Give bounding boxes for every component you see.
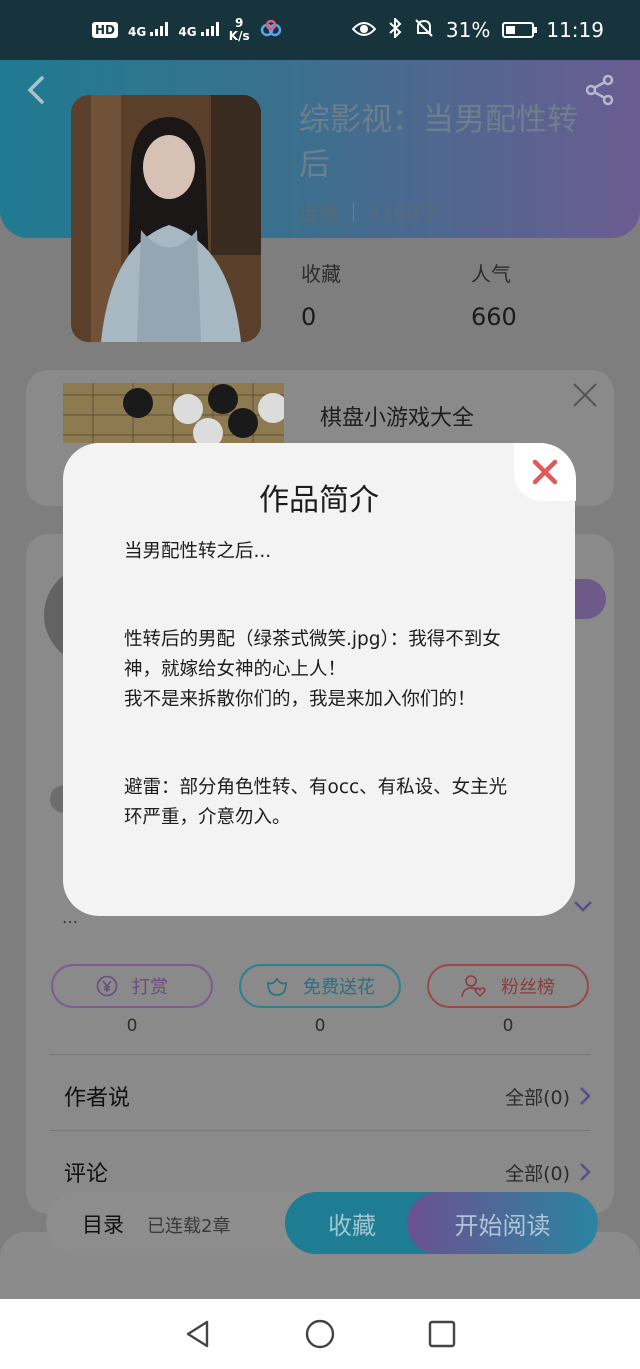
book-status: 连载 bbox=[299, 201, 339, 225]
author-says-row[interactable]: 作者说 全部(0) bbox=[64, 1080, 592, 1112]
flower-count: 0 bbox=[314, 1016, 326, 1036]
start-reading-button[interactable]: 开始阅读 bbox=[407, 1192, 598, 1254]
battery-percent: 31% bbox=[445, 18, 491, 42]
ad-close-button[interactable] bbox=[572, 382, 604, 414]
stat-value: 0 bbox=[301, 303, 317, 331]
reward-count: 0 bbox=[126, 1016, 138, 1036]
modal-title: 作品简介 bbox=[259, 483, 379, 518]
stat-label: 收藏 bbox=[301, 262, 341, 286]
signal-icon-2: 4G bbox=[178, 21, 219, 39]
support-counts: 0 0 0 bbox=[51, 1016, 589, 1036]
book-title: 综影视：当男配性转后 bbox=[299, 102, 578, 183]
bluetooth-icon bbox=[388, 16, 402, 43]
triangle-back-icon bbox=[186, 1320, 209, 1348]
chevron-left-icon bbox=[27, 76, 44, 104]
author-says-more[interactable]: 全部(0) bbox=[505, 1083, 592, 1110]
fan-count: 0 bbox=[502, 1016, 514, 1036]
intro-paragraph: 当男配性转之后... bbox=[124, 541, 272, 562]
comments-more[interactable]: 全部(0) bbox=[505, 1159, 592, 1186]
reward-button[interactable]: 打赏 bbox=[51, 964, 213, 1008]
word-count: 4169字 bbox=[368, 201, 439, 225]
support-actions: 打赏 免费送花 粉丝榜 bbox=[51, 964, 589, 1008]
back-button[interactable] bbox=[22, 72, 54, 108]
comments-title: 评论 bbox=[64, 1162, 109, 1187]
net-speed: 9 K/s bbox=[228, 16, 250, 43]
divider bbox=[50, 1054, 590, 1055]
flower-icon bbox=[267, 977, 287, 996]
yen-icon bbox=[96, 975, 118, 997]
square-recents-icon bbox=[428, 1320, 456, 1348]
clock: 11:19 bbox=[546, 18, 604, 42]
book-cover[interactable] bbox=[71, 95, 261, 342]
intro-paragraph: 性转后的男配（绿茶式微笑.jpg）：我得不到女神，就嫁给女神的心上人！ bbox=[124, 629, 501, 680]
status-left: HD 4G 4G 9 K/s bbox=[92, 17, 282, 43]
fan-ranking-label: 粉丝榜 bbox=[501, 977, 555, 998]
chapter-count: 已连载2章 bbox=[147, 1216, 231, 1237]
mute-bell-icon bbox=[414, 18, 434, 43]
cloud-app-icon bbox=[260, 19, 282, 41]
intro-text: 当男配性转之后... 性转后的男配（绿茶式微笑.jpg）：我得不到女神，就嫁给女… bbox=[124, 537, 524, 833]
author-says-title: 作者说 bbox=[64, 1086, 131, 1111]
intro-ellipsis: … bbox=[62, 908, 78, 927]
nav-home-button[interactable] bbox=[305, 1319, 335, 1349]
meta-divider bbox=[353, 201, 354, 222]
chevron-down-icon bbox=[574, 901, 592, 912]
ad-image[interactable] bbox=[63, 383, 284, 443]
stat-favorites: 收藏 0 bbox=[301, 258, 341, 331]
system-nav-bar bbox=[0, 1299, 640, 1369]
reward-label: 打赏 bbox=[132, 977, 168, 998]
hd-badge: HD bbox=[92, 22, 119, 38]
stat-label: 人气 bbox=[471, 262, 511, 286]
eye-icon bbox=[351, 18, 377, 42]
stat-popularity: 人气 660 bbox=[471, 258, 517, 331]
fan-ranking-button[interactable]: 粉丝榜 bbox=[427, 964, 589, 1008]
circle-home-icon bbox=[305, 1319, 335, 1349]
chevron-right-icon bbox=[580, 1163, 591, 1181]
status-bar: HD 4G 4G 9 K/s 31% 11:19 bbox=[0, 0, 640, 60]
divider bbox=[50, 1130, 590, 1131]
ad-title[interactable]: 棋盘小游戏大全 bbox=[320, 400, 474, 432]
book-meta: 连载 4169字 bbox=[299, 197, 439, 226]
cover-portrait-image bbox=[71, 95, 261, 342]
battery-icon bbox=[502, 22, 538, 38]
chevron-right-icon bbox=[580, 1087, 591, 1105]
toc-button[interactable]: 目录 bbox=[82, 1209, 124, 1239]
signal-icon-1: 4G bbox=[128, 21, 169, 39]
user-heart-icon bbox=[461, 975, 486, 998]
comments-row[interactable]: 评论 全部(0) bbox=[64, 1156, 592, 1188]
status-right: 31% 11:19 bbox=[351, 16, 604, 43]
send-flower-label: 免费送花 bbox=[303, 977, 375, 998]
intro-paragraph: 我不是来拆散你们的，我是来加入你们的！ bbox=[124, 689, 476, 710]
stat-value: 660 bbox=[471, 303, 517, 331]
send-flower-button[interactable]: 免费送花 bbox=[239, 964, 401, 1008]
nav-back-button[interactable] bbox=[183, 1319, 213, 1349]
intro-paragraph: 避雷：部分角色性转、有occ、有私设、女主光环严重，介意勿入。 bbox=[124, 777, 508, 828]
nav-recents-button[interactable] bbox=[427, 1319, 457, 1349]
close-icon bbox=[573, 383, 597, 407]
expand-intro-button[interactable] bbox=[572, 895, 594, 917]
go-board-image bbox=[63, 383, 284, 443]
